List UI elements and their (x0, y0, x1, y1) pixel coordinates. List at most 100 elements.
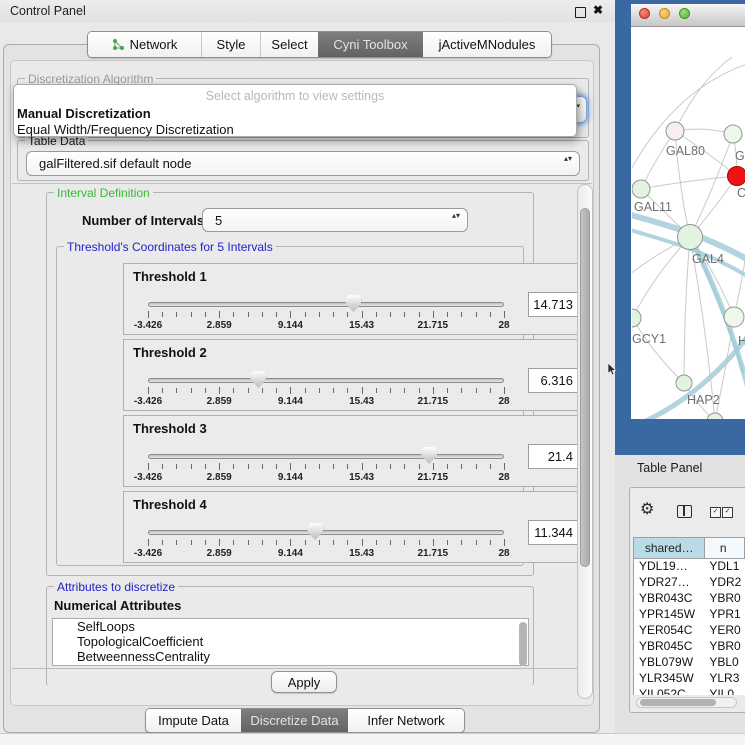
select-columns-icon[interactable]: ✓ (710, 507, 721, 518)
network-node[interactable] (707, 413, 723, 419)
tick-mark (347, 312, 348, 317)
numerical-attribute-item[interactable]: SelfLoops (53, 619, 528, 634)
network-node[interactable] (724, 125, 742, 143)
threshold-value-field[interactable]: 6.316 (528, 368, 579, 393)
tick-label: 28 (498, 396, 509, 407)
window-title: Control Panel (10, 4, 86, 18)
network-edge[interactable] (675, 57, 732, 131)
table-header-shared-name[interactable]: shared… (634, 538, 705, 559)
tab-network[interactable]: Network (88, 32, 201, 57)
float-icon[interactable] (575, 7, 586, 18)
tab-infer-network[interactable]: Infer Network (348, 709, 464, 732)
number-of-intervals-combobox[interactable]: 5 ▴▾ (202, 208, 468, 232)
numerical-attribute-item[interactable]: TopologicalCoefficient (53, 634, 528, 649)
divider (12, 183, 592, 184)
tick-mark (376, 388, 377, 393)
algorithm-option[interactable]: Manual Discretization (14, 106, 576, 122)
table-row[interactable]: YBL079WYBL0 (634, 655, 745, 671)
tick-mark (362, 311, 363, 318)
gear-icon[interactable]: ⚙ (640, 502, 654, 518)
table-data-combobox[interactable]: galFiltered.sif default node ▴▾ (26, 151, 580, 176)
tick-mark (461, 540, 462, 545)
algorithm-placeholder-option[interactable]: Select algorithm to view settings (14, 89, 576, 106)
close-traffic-light-icon[interactable] (639, 8, 650, 19)
slider-thumb[interactable] (250, 371, 266, 388)
tick-mark (262, 312, 263, 317)
table-row[interactable]: YDL19…YDL1 (634, 559, 745, 575)
network-node-label: GA (735, 149, 745, 163)
table-row[interactable]: YLR345WYLR3 (634, 671, 745, 687)
tick-mark (191, 464, 192, 469)
network-node[interactable] (676, 375, 692, 391)
network-edge[interactable] (632, 237, 690, 318)
numerical-attribute-item[interactable]: BetweennessCentrality (53, 649, 528, 664)
threshold-slider[interactable]: -3.4262.8599.14415.4321.71528 (148, 370, 504, 410)
table-row[interactable]: YBR043CYBR0 (634, 591, 745, 607)
tick-mark (205, 540, 206, 545)
tick-label: 9.144 (278, 320, 303, 331)
slider-track[interactable] (148, 378, 504, 383)
attributes-scrollbar-thumb[interactable] (519, 622, 527, 666)
minimize-traffic-light-icon[interactable] (659, 8, 670, 19)
network-node[interactable] (724, 307, 744, 327)
column-split-icon[interactable] (677, 505, 692, 518)
network-canvas[interactable]: GAL80GACGAL11GAL4GCY1HHAP2 (632, 27, 745, 419)
slider-thumb[interactable] (307, 523, 323, 540)
select-columns-icon[interactable]: ✓ (722, 507, 733, 518)
table-row[interactable]: YPR145WYPR1 (634, 607, 745, 623)
table-row[interactable]: YBR045CYBR0 (634, 639, 745, 655)
slider-thumb[interactable] (421, 447, 437, 464)
network-edge[interactable] (632, 63, 745, 179)
tick-mark (447, 540, 448, 545)
slider-ticks (148, 311, 504, 319)
tab-select[interactable]: Select (260, 32, 318, 57)
network-edge[interactable] (641, 176, 737, 189)
network-node[interactable] (632, 180, 650, 198)
network-edge[interactable] (632, 318, 684, 383)
network-node[interactable] (678, 225, 703, 250)
threshold-value-field[interactable]: 21.4 (528, 444, 579, 469)
slider-thumb[interactable] (345, 295, 361, 312)
network-node[interactable] (728, 167, 745, 186)
tab-discretize-data[interactable]: Discretize Data (241, 709, 348, 732)
tab-jactivemnodules[interactable]: jActiveMNodules (423, 32, 551, 57)
tick-mark (305, 464, 306, 469)
network-node[interactable] (666, 122, 684, 140)
threshold-value-field[interactable]: 11.344 (528, 520, 579, 545)
table-panel-title: Table Panel (637, 461, 702, 475)
network-node[interactable] (632, 309, 641, 327)
network-icon (112, 38, 125, 51)
tab-impute-data[interactable]: Impute Data (146, 709, 241, 732)
tick-mark (148, 387, 149, 394)
threshold-slider[interactable]: -3.4262.8599.14415.4321.71528 (148, 294, 504, 334)
slider-track[interactable] (148, 302, 504, 307)
apply-button[interactable]: Apply (271, 671, 337, 693)
slider-track[interactable] (148, 530, 504, 535)
table-row[interactable]: YDR27…YDR2 (634, 575, 745, 591)
zoom-traffic-light-icon[interactable] (679, 8, 690, 19)
tick-mark (390, 312, 391, 317)
table-h-scrollbar-thumb[interactable] (640, 699, 716, 706)
threshold-slider[interactable]: -3.4262.8599.14415.4321.71528 (148, 446, 504, 486)
network-edge[interactable] (641, 131, 675, 189)
table-cell-shared-name: YDL19… (634, 559, 705, 575)
network-edge[interactable] (684, 237, 690, 383)
table-cell-shared-name: YPR145W (634, 607, 705, 623)
tick-mark (390, 540, 391, 545)
table-header-name[interactable]: n (705, 538, 745, 559)
tab-cyni-toolbox[interactable]: Cyni Toolbox (318, 32, 423, 57)
tick-mark (433, 539, 434, 546)
tick-mark (191, 312, 192, 317)
tick-label: 28 (498, 320, 509, 331)
algorithm-option[interactable]: Equal Width/Frequency Discretization (14, 122, 576, 138)
tab-style[interactable]: Style (201, 32, 260, 57)
settings-scrollbar-thumb[interactable] (580, 208, 590, 567)
table-cell-name: YER0 (705, 623, 745, 639)
table-row[interactable]: YIL052CYIL0 (634, 687, 745, 695)
table-cell-shared-name: YBR045C (634, 639, 705, 655)
threshold-slider[interactable]: -3.4262.8599.14415.4321.71528 (148, 522, 504, 562)
threshold-value-field[interactable]: 14.713 (528, 292, 579, 317)
table-row[interactable]: YER054CYER0 (634, 623, 745, 639)
close-icon[interactable]: ✖ (593, 3, 603, 17)
slider-track[interactable] (148, 454, 504, 459)
